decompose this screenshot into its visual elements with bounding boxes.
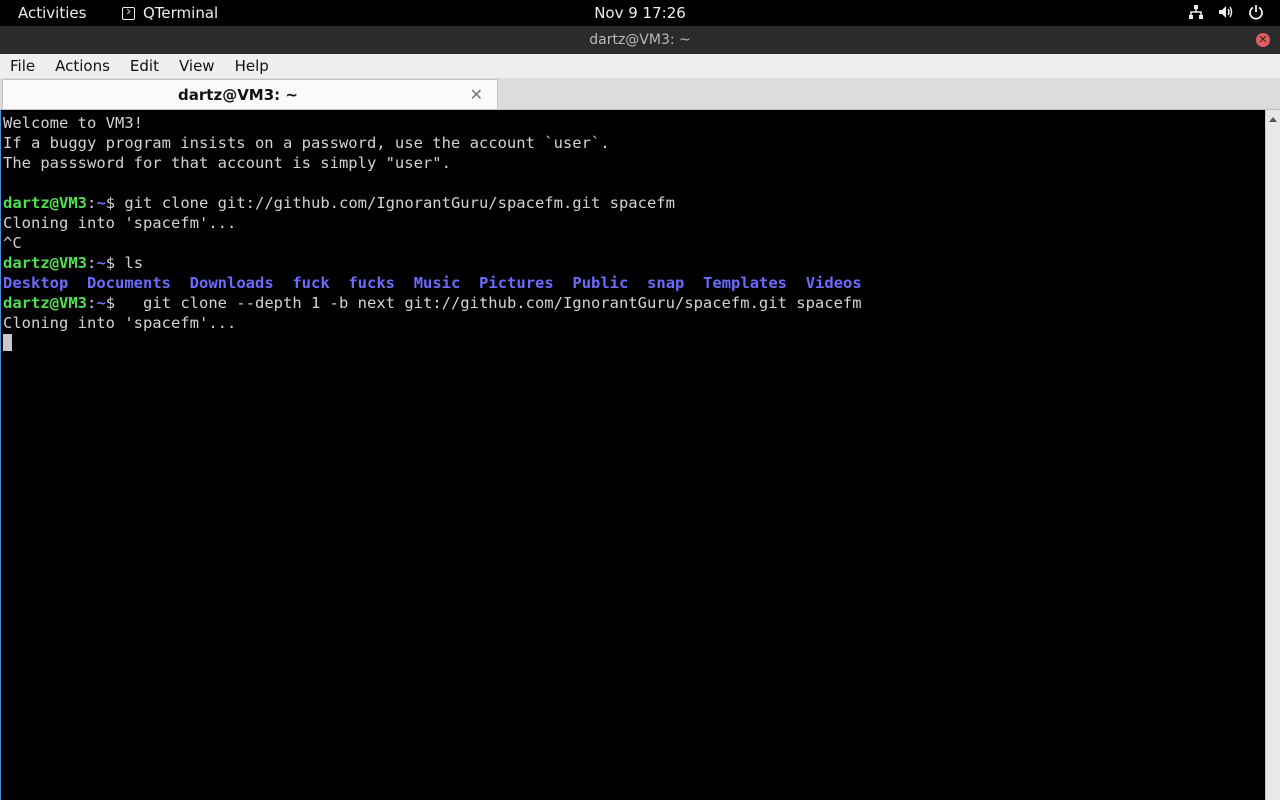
- menu-help[interactable]: Help: [225, 57, 277, 75]
- prompt-symbol: $: [105, 254, 116, 272]
- tab-label: dartz@VM3: ~: [178, 86, 298, 104]
- prompt-symbol: $: [105, 194, 116, 212]
- terminal-line: dartz@VM3:~$ git clone git://github.com/…: [3, 193, 862, 213]
- volume-icon[interactable]: [1218, 4, 1234, 20]
- terminal-line: dartz@VM3:~$ git clone --depth 1 -b next…: [3, 293, 862, 313]
- prompt-user: dartz@VM3: [3, 294, 87, 312]
- window-title: dartz@VM3: ~: [589, 32, 691, 48]
- directory-entry: Videos: [805, 274, 862, 292]
- terminal-line: If a buggy program insists on a password…: [3, 133, 862, 153]
- output-text: Cloning into 'spacefm'...: [3, 214, 237, 232]
- tab-close-icon[interactable]: ✕: [470, 85, 483, 104]
- prompt-colon: :: [87, 254, 97, 272]
- terminal-output[interactable]: Welcome to VM3! If a buggy program insist…: [0, 110, 1265, 800]
- output-text: The passsword for that account is simply…: [3, 154, 451, 172]
- window-title-bar[interactable]: dartz@VM3: ~ ✕: [0, 26, 1280, 54]
- menu-actions[interactable]: Actions: [45, 57, 118, 75]
- directory-entry: Downloads: [189, 274, 274, 292]
- command-text: ls: [115, 254, 144, 272]
- clock-button[interactable]: Nov 9 17:26: [594, 4, 686, 22]
- prompt-colon: :: [87, 194, 97, 212]
- prompt-symbol: $: [105, 294, 116, 312]
- directory-entry: snap: [647, 274, 685, 292]
- terminal-cursor: [3, 334, 12, 351]
- directory-entry: Music: [413, 274, 461, 292]
- directory-entry: Documents: [87, 274, 171, 292]
- terminal-line: Cloning into 'spacefm'...: [3, 213, 862, 233]
- menu-file[interactable]: File: [0, 57, 43, 75]
- terminal-lines: Welcome to VM3! If a buggy program insist…: [3, 113, 862, 353]
- terminal-line: [3, 333, 862, 353]
- menu-edit[interactable]: Edit: [120, 57, 167, 75]
- prompt-path: ~: [96, 294, 106, 312]
- system-tray[interactable]: [1188, 4, 1264, 20]
- power-icon[interactable]: [1248, 4, 1264, 20]
- terminal-line: ^C: [3, 233, 862, 253]
- command-text: git clone git://github.com/IgnorantGuru/…: [115, 194, 675, 212]
- directory-entry: fucks: [348, 274, 396, 292]
- directory-entry: Public: [572, 274, 629, 292]
- terminal-line: Desktop Documents Downloads fuck fucks M…: [3, 273, 862, 293]
- tab-terminal[interactable]: dartz@VM3: ~ ✕: [2, 79, 498, 109]
- prompt-user: dartz@VM3: [3, 254, 87, 272]
- menu-view[interactable]: View: [169, 57, 223, 75]
- output-text: Welcome to VM3!: [3, 114, 143, 132]
- vertical-scrollbar[interactable]: [1265, 110, 1280, 800]
- prompt-user: dartz@VM3: [3, 194, 87, 212]
- scroll-up-icon[interactable]: [1267, 113, 1279, 125]
- menu-bar: File Actions Edit View Help: [0, 54, 1280, 78]
- directory-entry: fuck: [292, 274, 330, 292]
- directory-entry: Desktop: [3, 274, 69, 292]
- command-text: git clone --depth 1 -b next git://github…: [115, 294, 862, 312]
- directory-entry: Templates: [703, 274, 788, 292]
- output-text: If a buggy program insists on a password…: [3, 134, 610, 152]
- prompt-path: ~: [96, 194, 106, 212]
- tab-bar: dartz@VM3: ~ ✕: [0, 78, 1280, 110]
- terminal-line: Cloning into 'spacefm'...: [3, 313, 862, 333]
- directory-entry: Pictures: [479, 274, 554, 292]
- network-icon[interactable]: [1188, 4, 1204, 20]
- output-text: Cloning into 'spacefm'...: [3, 314, 237, 332]
- clock-container: Nov 9 17:26: [0, 4, 1280, 22]
- terminal-line: dartz@VM3:~$ ls: [3, 253, 862, 273]
- prompt-colon: :: [87, 294, 97, 312]
- system-top-bar: Activities QTerminal Nov 9 17:26: [0, 0, 1280, 26]
- close-icon[interactable]: ✕: [1256, 33, 1270, 47]
- terminal-line: The passsword for that account is simply…: [3, 153, 862, 173]
- terminal-line: Welcome to VM3!: [3, 113, 862, 133]
- prompt-path: ~: [96, 254, 106, 272]
- output-text: ^C: [3, 234, 22, 252]
